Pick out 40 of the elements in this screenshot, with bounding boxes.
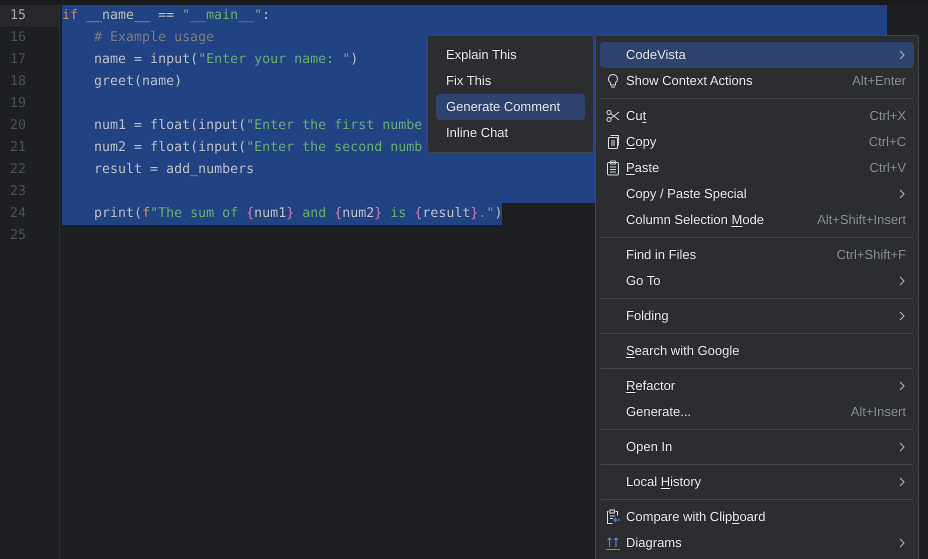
menu-item-label: Compare with Clipboard: [626, 508, 766, 526]
submenu-item[interactable]: Fix This: [436, 68, 585, 94]
shortcut-label: Alt+Insert: [850, 403, 906, 422]
menu-item[interactable]: Diagrams: [600, 530, 914, 556]
menu-item-label: CodeVista: [626, 46, 686, 64]
clipboard-compare-icon: [605, 509, 621, 525]
menu-item[interactable]: Go To: [600, 268, 914, 294]
line-number: 15: [0, 5, 59, 27]
menu-item[interactable]: Open In: [600, 434, 914, 460]
copy-icon: [605, 134, 621, 150]
menu-item[interactable]: Find in Files Ctrl+Shift+F: [600, 242, 914, 268]
menu-item-label: Search with Google: [626, 342, 740, 360]
menu-item[interactable]: Column Selection Mode Alt+Shift+Insert: [600, 207, 914, 233]
menu-item-label: Copy / Paste Special: [626, 185, 747, 204]
menu-item-label: Folding: [626, 307, 669, 326]
diagram-icon: [605, 535, 621, 551]
menu-item-label: Refactor: [626, 377, 676, 396]
menu-item-label: Open In: [626, 438, 672, 456]
shortcut-label: Alt+Shift+Insert: [817, 211, 906, 230]
menu-item[interactable]: Copy / Paste Special: [600, 181, 914, 207]
menu-item[interactable]: Folding: [600, 303, 914, 329]
menu-item[interactable]: CodeVista: [600, 42, 914, 68]
menu-item[interactable]: Generate... Alt+Insert: [600, 399, 914, 425]
menu-item-label: Local History: [626, 473, 702, 492]
menu-item-label: Show Context Actions: [626, 72, 752, 90]
menu-item-label: Column Selection Mode: [626, 211, 764, 230]
menu-item-label: Go To: [626, 272, 660, 290]
menu-item-label: Paste: [626, 159, 660, 178]
submenu-item[interactable]: Generate Comment: [436, 94, 585, 120]
menu-item[interactable]: Compare with Clipboard: [600, 504, 914, 530]
menu-item-label: Generate...: [626, 403, 692, 422]
menu-item[interactable]: Local History: [600, 469, 914, 495]
menu-item[interactable]: Search with Google: [600, 338, 914, 364]
menu-item[interactable]: Refactor: [600, 373, 914, 399]
menu-item-label: Find in Files: [626, 246, 696, 264]
menu-item-label: Diagrams: [626, 534, 682, 552]
clipboard-icon: [605, 160, 621, 176]
shortcut-label: Ctrl+Shift+F: [836, 246, 906, 264]
scissors-icon: [605, 108, 621, 124]
lightbulb-icon: [605, 73, 621, 89]
